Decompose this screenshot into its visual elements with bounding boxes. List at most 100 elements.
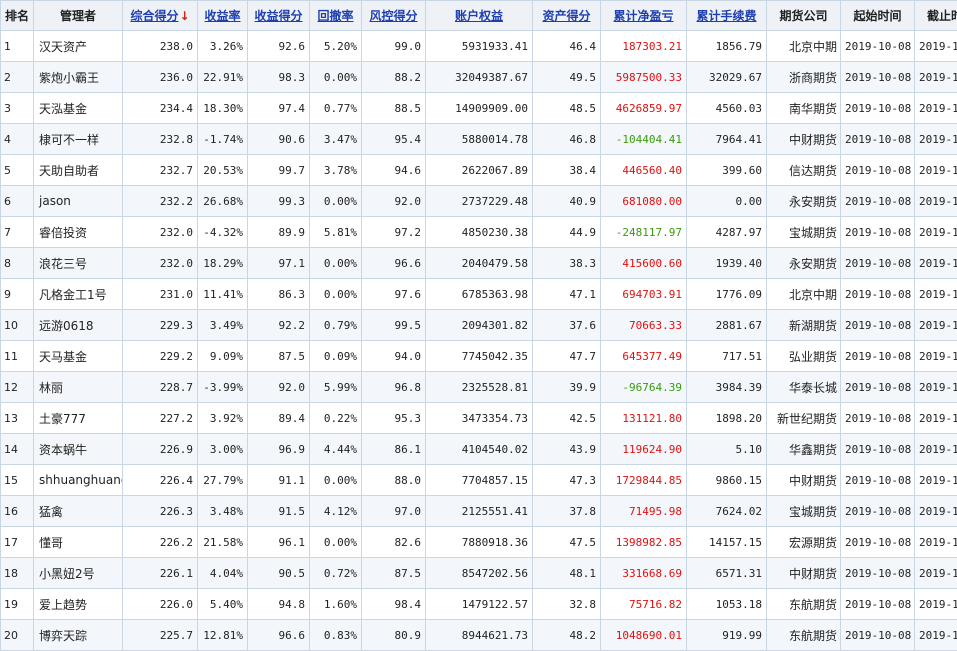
composite-score-cell: 229.3 [123,310,198,341]
composite-score-cell: 227.2 [123,403,198,434]
manager-cell: 天泓基金 [34,93,123,124]
risk-score-cell: 97.0 [362,496,426,527]
risk-score-cell: 95.3 [362,403,426,434]
header-net-pnl[interactable]: 累计净盈亏 [601,1,687,31]
asset-score-cell: 48.1 [533,558,601,589]
start-time-cell: 2019-10-08 [841,279,915,310]
manager-cell: 博弈天踪 [34,620,123,651]
return-score-cell: 91.5 [248,496,310,527]
return-rate-cell: 3.48% [198,496,248,527]
table-row: 2紫炮小霸王236.022.91%98.30.00%88.232049387.6… [1,62,957,93]
asset-score-cell: 47.1 [533,279,601,310]
equity-cell: 14909909.00 [426,93,533,124]
table-row: 15shhuanghuang226.427.79%91.10.00%88.077… [1,465,957,496]
manager-cell: 小黑妞2号 [34,558,123,589]
end-time-cell: 2019-10-14 [915,217,957,248]
fees-cell: 399.60 [687,155,767,186]
company-cell: 宝城期货 [767,217,841,248]
asset-score-cell: 49.5 [533,62,601,93]
manager-cell: 土豪777 [34,403,123,434]
risk-score-cell: 97.6 [362,279,426,310]
composite-score-cell: 232.0 [123,217,198,248]
risk-score-cell: 96.8 [362,372,426,403]
equity-cell: 2094301.82 [426,310,533,341]
header-asset-score[interactable]: 资产得分 [533,1,601,31]
rank-cell: 12 [1,372,34,403]
equity-cell: 2040479.58 [426,248,533,279]
header-return-rate[interactable]: 收益率 [198,1,248,31]
header-equity[interactable]: 账户权益 [426,1,533,31]
risk-score-cell: 99.0 [362,31,426,62]
rank-cell: 16 [1,496,34,527]
asset-score-cell: 47.5 [533,527,601,558]
asset-score-cell: 38.3 [533,248,601,279]
company-cell: 宝城期货 [767,496,841,527]
return-rate-cell: 5.40% [198,589,248,620]
table-row: 12林丽228.7-3.99%92.05.99%96.82325528.8139… [1,372,957,403]
drawdown-cell: 4.44% [310,434,362,465]
composite-score-cell: 232.0 [123,248,198,279]
header-drawdown[interactable]: 回撤率 [310,1,362,31]
company-cell: 华鑫期货 [767,434,841,465]
start-time-cell: 2019-10-08 [841,310,915,341]
manager-cell: 猛禽 [34,496,123,527]
drawdown-cell: 0.22% [310,403,362,434]
return-score-cell: 99.7 [248,155,310,186]
fees-cell: 6571.31 [687,558,767,589]
return-score-cell: 97.4 [248,93,310,124]
fees-cell: 1939.40 [687,248,767,279]
risk-score-cell: 98.4 [362,589,426,620]
fees-cell: 1776.09 [687,279,767,310]
return-rate-cell: 9.09% [198,341,248,372]
end-time-cell: 2019-10-14 [915,155,957,186]
equity-cell: 7880918.36 [426,527,533,558]
header-return-score[interactable]: 收益得分 [248,1,310,31]
return-rate-cell: 21.58% [198,527,248,558]
asset-score-cell: 37.6 [533,310,601,341]
asset-score-cell: 38.4 [533,155,601,186]
return-rate-cell: 18.30% [198,93,248,124]
equity-cell: 7745042.35 [426,341,533,372]
risk-score-cell: 97.2 [362,217,426,248]
fees-cell: 7624.02 [687,496,767,527]
rank-cell: 14 [1,434,34,465]
header-risk-score[interactable]: 风控得分 [362,1,426,31]
return-score-cell: 92.6 [248,31,310,62]
manager-cell: 浪花三号 [34,248,123,279]
table-row: 10远游0618229.33.49%92.20.79%99.52094301.8… [1,310,957,341]
rank-cell: 1 [1,31,34,62]
asset-score-cell: 40.9 [533,186,601,217]
end-time-cell: 2019-10-14 [915,527,957,558]
start-time-cell: 2019-10-08 [841,124,915,155]
net-pnl-cell: -104404.41 [601,124,687,155]
company-cell: 弘业期货 [767,341,841,372]
rank-cell: 18 [1,558,34,589]
table-row: 4棣可不一样232.8-1.74%90.63.47%95.45880014.78… [1,124,957,155]
drawdown-cell: 0.00% [310,186,362,217]
drawdown-cell: 0.09% [310,341,362,372]
ranking-table: 排名 管理者 综合得分↓ 收益率 收益得分 回撤率 风控得分 账户权益 资产得分… [0,0,957,651]
return-rate-cell: -3.99% [198,372,248,403]
fees-cell: 7964.41 [687,124,767,155]
header-fees[interactable]: 累计手续费 [687,1,767,31]
equity-cell: 2737229.48 [426,186,533,217]
company-cell: 新世纪期货 [767,403,841,434]
equity-cell: 2325528.81 [426,372,533,403]
equity-cell: 2125551.41 [426,496,533,527]
fees-cell: 0.00 [687,186,767,217]
return-score-cell: 99.3 [248,186,310,217]
company-cell: 华泰长城 [767,372,841,403]
header-row: 排名 管理者 综合得分↓ 收益率 收益得分 回撤率 风控得分 账户权益 资产得分… [1,1,957,31]
risk-score-cell: 96.6 [362,248,426,279]
fees-cell: 5.10 [687,434,767,465]
return-score-cell: 94.8 [248,589,310,620]
end-time-cell: 2019-10-14 [915,310,957,341]
header-composite-score[interactable]: 综合得分↓ [123,1,198,31]
rank-cell: 2 [1,62,34,93]
risk-score-cell: 99.5 [362,310,426,341]
start-time-cell: 2019-10-08 [841,186,915,217]
net-pnl-cell: 331668.69 [601,558,687,589]
table-row: 20博弈天踪225.712.81%96.60.83%80.98944621.73… [1,620,957,651]
net-pnl-cell: 119624.90 [601,434,687,465]
start-time-cell: 2019-10-08 [841,496,915,527]
